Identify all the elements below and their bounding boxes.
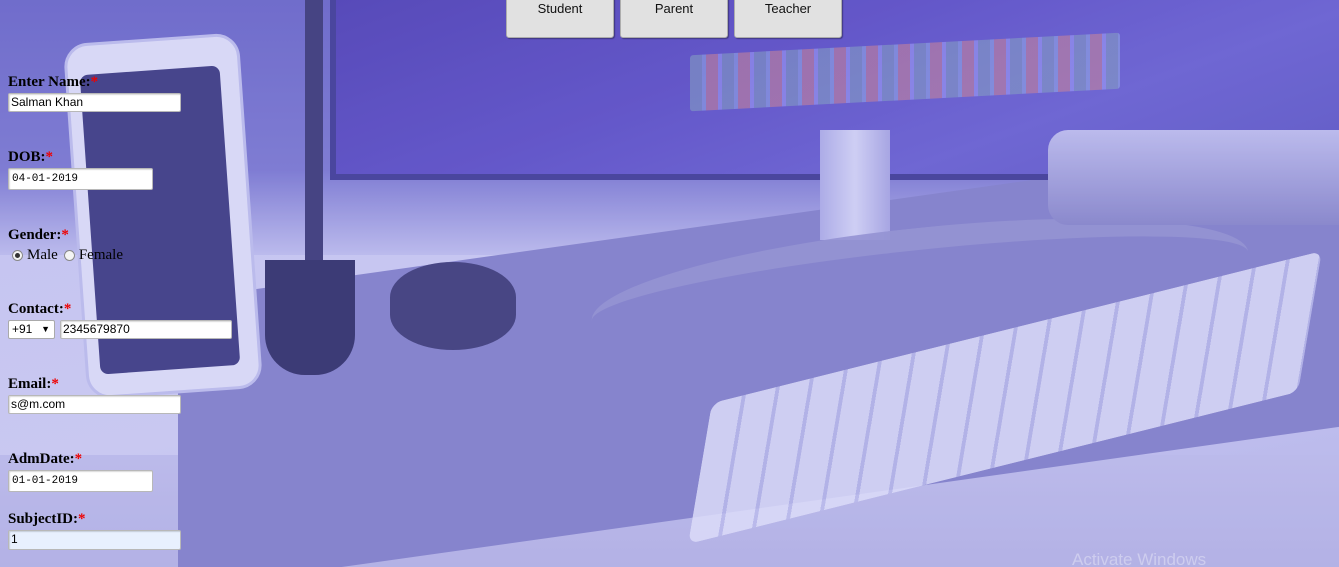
country-code-value: +91 (12, 322, 33, 336)
country-code-select[interactable]: +91 ▼ (8, 320, 55, 339)
name-input[interactable]: Salman Khan (8, 93, 181, 112)
male-label: Male (27, 247, 58, 263)
dob-label: DOB:* (8, 149, 53, 165)
background-photo: Activate Windows (0, 0, 1339, 567)
male-radio[interactable] (12, 250, 23, 261)
admdate-label: AdmDate:* (8, 451, 83, 467)
chevron-down-icon: ▼ (41, 324, 50, 334)
female-label: Female (78, 247, 123, 263)
activate-windows-watermark: Activate Windows (1072, 550, 1207, 567)
subjectid-input[interactable]: 1 (8, 530, 181, 550)
name-label: Enter Name:* (8, 74, 99, 90)
contact-input[interactable]: 2345679870 (60, 320, 232, 339)
student-button[interactable]: Student (506, 0, 614, 38)
email-label: Email:* (8, 376, 59, 392)
dob-input[interactable]: 04-01-2019 (8, 168, 153, 190)
parent-button[interactable]: Parent (620, 0, 728, 38)
contact-label: Contact:* (8, 301, 72, 317)
teacher-button[interactable]: Teacher (734, 0, 842, 38)
gender-label: Gender:* (8, 227, 69, 243)
female-radio[interactable] (63, 250, 75, 261)
gender-radio-group: Male Female (12, 247, 123, 264)
subjectid-label: SubjectID:* (8, 511, 86, 527)
email-input[interactable]: s@m.com (8, 395, 181, 414)
admdate-input[interactable]: 01-01-2019 (8, 470, 153, 492)
